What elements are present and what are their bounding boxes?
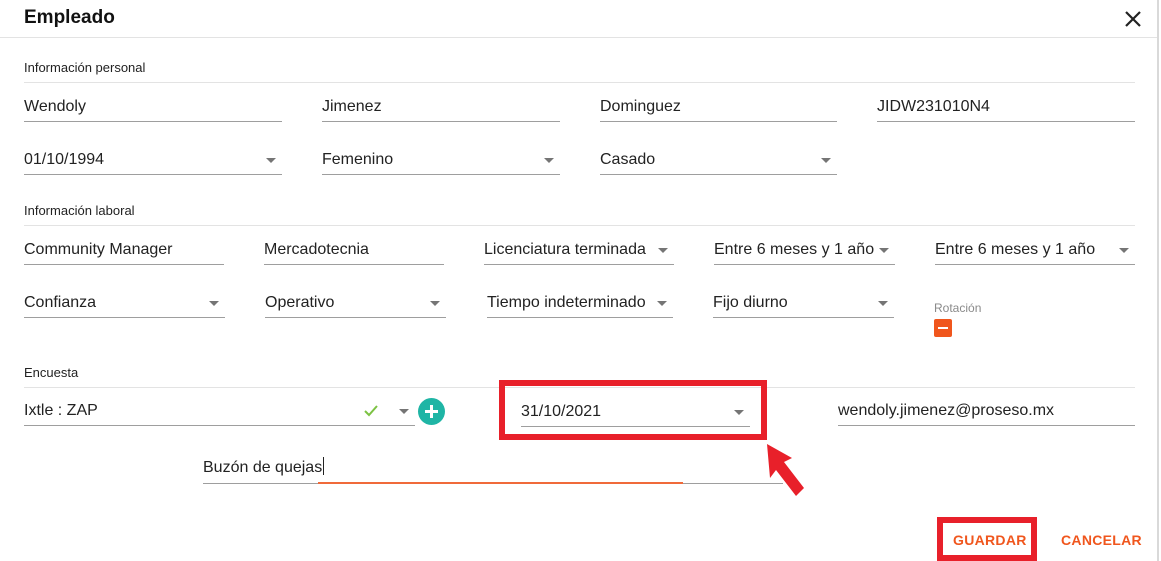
shift-select[interactable]: Fijo diurno <box>713 288 894 318</box>
company-seniority-value: Entre 6 meses y 1 año <box>935 241 1096 258</box>
position-seniority-value: Entre 6 meses y 1 año <box>714 241 875 258</box>
chevron-down-icon <box>658 248 668 253</box>
gender-select[interactable]: Femenino <box>322 145 560 175</box>
complaints-input[interactable]: Buzón de quejas <box>203 457 325 477</box>
chevron-down-icon <box>1119 248 1129 253</box>
dialog-title: Empleado <box>24 7 115 28</box>
email-field[interactable]: wendoly.jimenez@proseso.mx <box>838 396 1135 426</box>
first-name-value: Wendoly <box>24 98 86 115</box>
survey-select[interactable]: Ixtle : ZAP <box>24 396 415 426</box>
position-seniority-select[interactable]: Entre 6 meses y 1 año <box>714 235 895 265</box>
chevron-down-icon <box>879 248 889 253</box>
section-labor-heading: Información laboral <box>24 203 135 218</box>
survey-value: Ixtle : ZAP <box>24 402 98 419</box>
birthdate-select[interactable]: 01/10/1994 <box>24 145 282 175</box>
email-value: wendoly.jimenez@proseso.mx <box>838 402 1055 419</box>
close-icon[interactable] <box>1122 8 1144 30</box>
complaints-focus-underline <box>318 482 683 484</box>
maternal-surname-field[interactable]: Dominguez <box>600 92 837 122</box>
rotation-label: Rotación <box>934 301 982 315</box>
chevron-down-icon <box>821 158 831 163</box>
save-button[interactable]: GUARDAR <box>953 532 1027 548</box>
education-select[interactable]: Licenciatura terminada <box>484 235 674 265</box>
text-cursor <box>323 457 325 475</box>
date-highlight-box <box>499 380 767 440</box>
education-value: Licenciatura terminada <box>484 241 646 258</box>
area-value: Mercadotecnia <box>264 241 369 258</box>
employee-dialog: Empleado Información personal Wendoly Ji… <box>0 0 1161 561</box>
cancel-button[interactable]: CANCELAR <box>1061 532 1142 548</box>
section-survey-heading: Encuesta <box>24 365 79 380</box>
header-divider <box>0 37 1157 38</box>
rfc-value: JIDW231010N4 <box>877 98 990 115</box>
area-field[interactable]: Mercadotecnia <box>264 235 444 265</box>
staff-type-select[interactable]: Confianza <box>24 288 225 318</box>
staff-type-value: Confianza <box>24 294 97 311</box>
gender-value: Femenino <box>322 151 394 168</box>
position-value: Community Manager <box>24 241 173 258</box>
contract-type-select[interactable]: Tiempo indeterminado <box>487 288 673 318</box>
paternal-surname-field[interactable]: Jimenez <box>322 92 560 122</box>
chevron-down-icon <box>399 409 409 414</box>
paternal-surname-value: Jimenez <box>322 98 382 115</box>
rotation-toggle-minus-icon[interactable] <box>934 319 952 337</box>
section-divider <box>24 225 1135 226</box>
dialog-border <box>1157 0 1159 561</box>
first-name-field[interactable]: Wendoly <box>24 92 282 122</box>
position-type-value: Operativo <box>265 294 335 311</box>
contract-type-value: Tiempo indeterminado <box>487 294 646 311</box>
birthdate-value: 01/10/1994 <box>24 151 105 168</box>
section-personal-heading: Información personal <box>24 60 146 75</box>
complaints-value: Buzón de quejas <box>203 459 323 476</box>
company-seniority-select[interactable]: Entre 6 meses y 1 año <box>935 235 1135 265</box>
add-survey-plus-icon[interactable] <box>418 398 445 425</box>
position-type-select[interactable]: Operativo <box>265 288 446 318</box>
chevron-down-icon <box>266 158 276 163</box>
rfc-field[interactable]: JIDW231010N4 <box>877 92 1135 122</box>
chevron-down-icon <box>209 301 219 306</box>
maternal-surname-value: Dominguez <box>600 98 681 115</box>
shift-value: Fijo diurno <box>713 294 788 311</box>
position-field[interactable]: Community Manager <box>24 235 224 265</box>
check-icon <box>364 405 378 417</box>
chevron-down-icon <box>430 301 440 306</box>
chevron-down-icon <box>544 158 554 163</box>
chevron-down-icon <box>878 301 888 306</box>
chevron-down-icon <box>657 301 667 306</box>
marital-status-value: Casado <box>600 151 656 168</box>
marital-status-select[interactable]: Casado <box>600 145 837 175</box>
pointer-arrow-icon <box>767 444 804 496</box>
section-divider <box>24 82 1135 83</box>
